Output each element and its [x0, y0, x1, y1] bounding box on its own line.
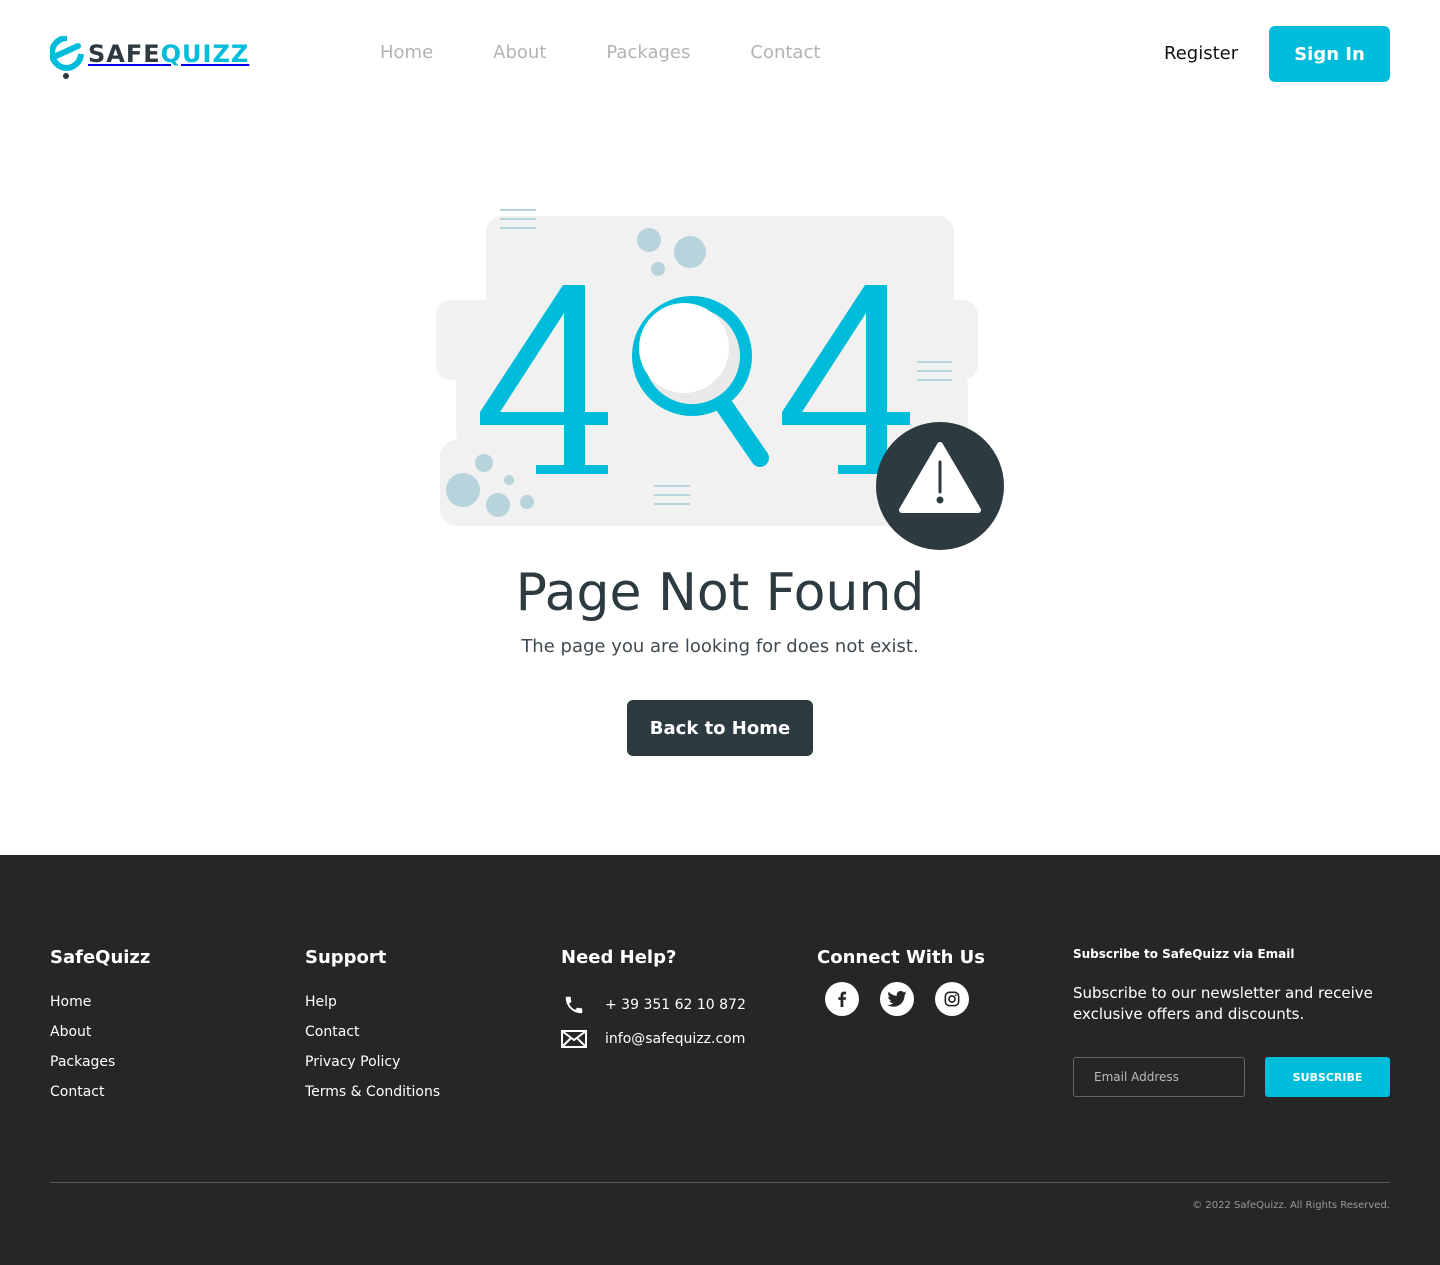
footer-link-about[interactable]: About: [50, 1024, 91, 1040]
sign-in-button[interactable]: Sign In: [1269, 26, 1390, 82]
social-links: [825, 982, 985, 1016]
phone-icon: [561, 994, 587, 1016]
email-address-input[interactable]: [1073, 1057, 1245, 1097]
back-to-home-button[interactable]: Back to Home: [627, 700, 813, 756]
email-link[interactable]: info@safequizz.com: [605, 1031, 745, 1047]
envelope-icon: [561, 1030, 587, 1048]
nav-about[interactable]: About: [493, 42, 546, 63]
footer-link-support-contact[interactable]: Contact: [305, 1024, 359, 1040]
site-footer: SafeQuizz Home About Packages Contact Su…: [0, 855, 1440, 1265]
footer-col-connect: Connect With Us: [817, 947, 985, 1016]
nav-home[interactable]: Home: [380, 42, 433, 63]
footer-link-home[interactable]: Home: [50, 994, 91, 1010]
error-404-illustration: [430, 200, 1010, 560]
nav-contact[interactable]: Contact: [750, 42, 820, 63]
footer-link-terms[interactable]: Terms & Conditions: [305, 1084, 440, 1100]
logo[interactable]: SAFEQUIZZ: [49, 35, 250, 80]
footer-col-support: Support Help Contact Privacy Policy Term…: [305, 947, 440, 1114]
footer-col-title: Need Help?: [561, 947, 677, 968]
page-subtitle: The page you are looking for does not ex…: [521, 636, 919, 657]
footer-link-contact[interactable]: Contact: [50, 1084, 104, 1100]
footer-link-privacy[interactable]: Privacy Policy: [305, 1054, 400, 1070]
footer-link-help[interactable]: Help: [305, 994, 337, 1010]
subscribe-button[interactable]: SUBSCRIBE: [1265, 1057, 1390, 1097]
subscribe-title: Subscribe to SafeQuizz via Email: [1073, 947, 1295, 961]
footer-col-safequizz: SafeQuizz Home About Packages Contact: [50, 947, 150, 1114]
footer-col-title: Connect With Us: [817, 947, 985, 968]
site-header: SAFEQUIZZ Home About Packages Contact Re…: [0, 0, 1440, 110]
instagram-icon[interactable]: [935, 982, 969, 1016]
facebook-icon[interactable]: [825, 982, 859, 1016]
logo-icon: [49, 35, 84, 80]
main-nav: Home About Packages Contact: [380, 42, 880, 63]
footer-col-need-help: Need Help? + 39 351 62 10 872 info@safeq…: [561, 947, 746, 1056]
nav-packages[interactable]: Packages: [606, 42, 690, 63]
phone-row: + 39 351 62 10 872: [561, 988, 746, 1022]
subscribe-form: SUBSCRIBE: [1073, 1057, 1390, 1097]
twitter-icon[interactable]: [880, 982, 914, 1016]
footer-col-subscribe: Subscribe to SafeQuizz via Email Subscri…: [1073, 947, 1390, 1097]
subscribe-text: Subscribe to our newsletter and receive …: [1073, 984, 1373, 1023]
logo-text: SAFEQUIZZ: [88, 40, 250, 68]
page-title: Page Not Found: [515, 563, 925, 623]
email-row: info@safequizz.com: [561, 1022, 746, 1056]
footer-link-packages[interactable]: Packages: [50, 1054, 115, 1070]
footer-divider: [50, 1182, 1390, 1183]
copyright-text: © 2022 SafeQuizz. All Rights Reserved.: [1192, 1200, 1390, 1211]
register-link[interactable]: Register: [1164, 43, 1238, 64]
footer-col-title: Support: [305, 947, 387, 968]
footer-col-title: SafeQuizz: [50, 947, 151, 968]
phone-link[interactable]: + 39 351 62 10 872: [605, 997, 746, 1013]
